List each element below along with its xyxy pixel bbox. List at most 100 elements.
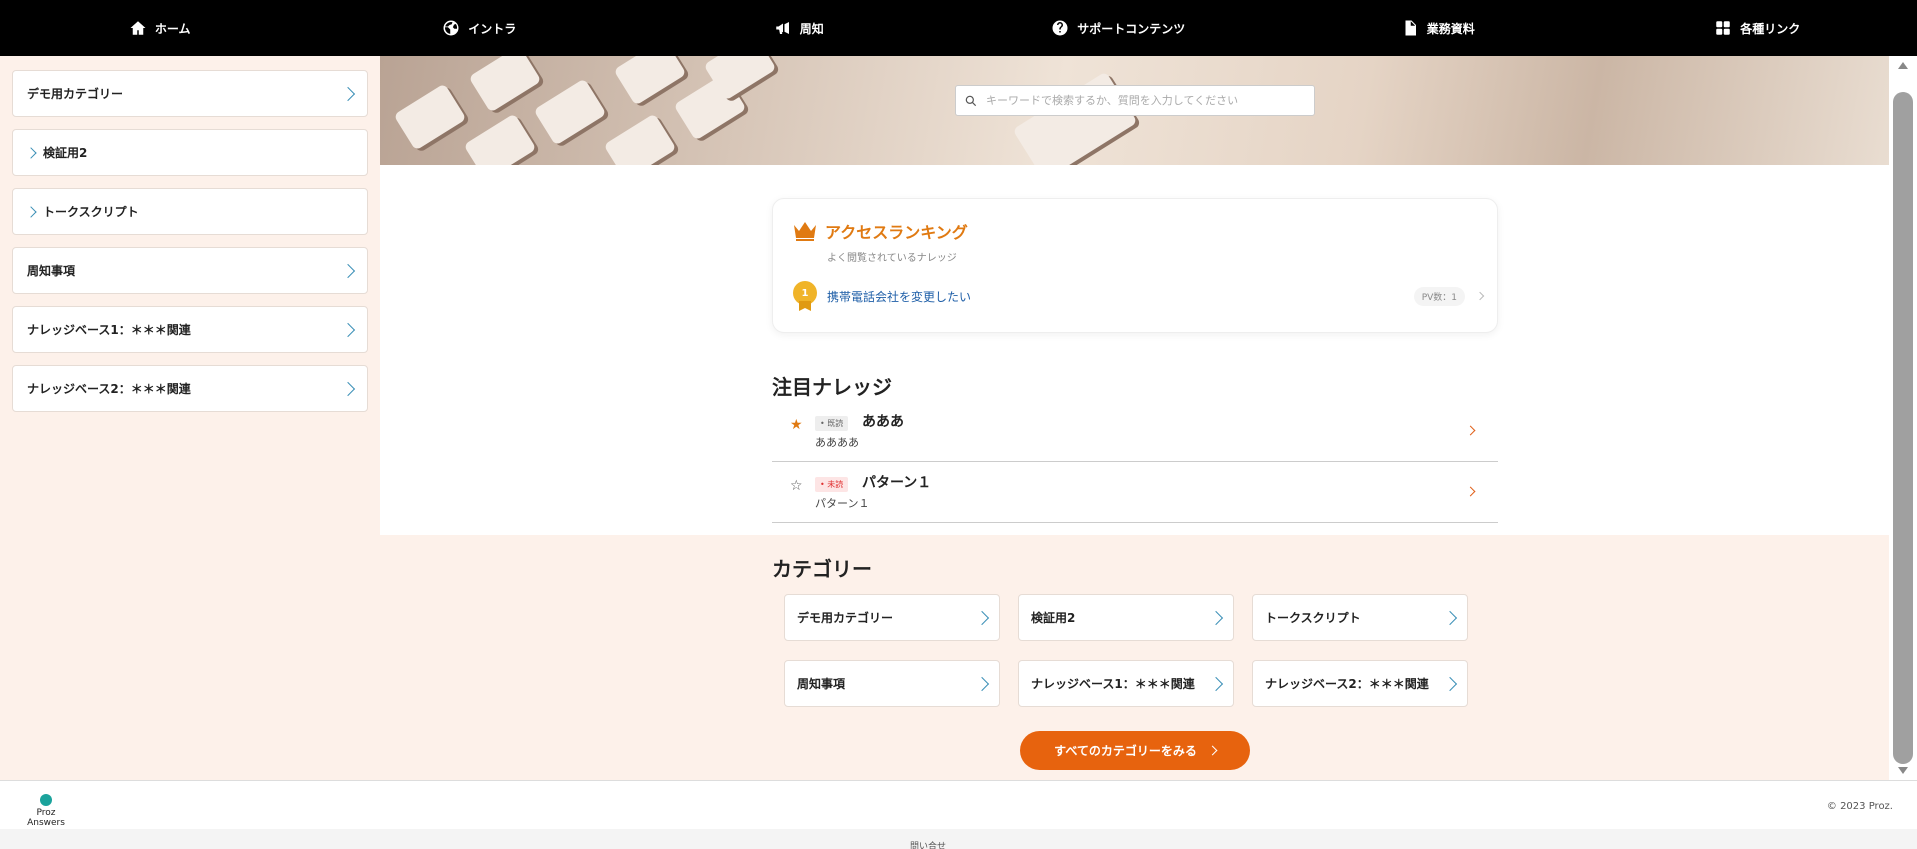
featured-item-description: ああああ: [815, 436, 859, 449]
category-label: 検証用2: [1031, 611, 1076, 625]
featured-knowledge-list: ★ • 既読 あああ ああああ ☆ • 未読 パターン１ パターン１: [772, 401, 1498, 523]
main-content: アクセスランキング よく閲覧されているナレッジ 1 携帯電話会社を変更したい P…: [380, 56, 1889, 780]
read-status-badge: • 既読: [815, 416, 849, 431]
nav-documents[interactable]: 業務資料: [1278, 0, 1598, 56]
sidebar-item-verification2[interactable]: 検証用2: [12, 129, 368, 176]
logo-icon: [40, 794, 52, 806]
chevron-right-icon: [974, 676, 990, 691]
chevron-right-icon: [340, 86, 356, 101]
hero-banner: [380, 56, 1889, 165]
category-label: ナレッジベース2：＊＊＊関連: [1265, 677, 1429, 691]
chevron-right-icon: [1475, 291, 1485, 301]
keyboard-key-image: [463, 113, 537, 165]
expand-chevron-icon[interactable]: [25, 146, 37, 159]
chevron-right-icon: [1207, 745, 1218, 756]
category-label: ナレッジベース1：＊＊＊関連: [1031, 677, 1195, 691]
category-card[interactable]: 検証用2: [1018, 594, 1234, 641]
category-card[interactable]: 周知事項: [784, 660, 1000, 707]
featured-knowledge-heading: 注目ナレッジ: [772, 375, 892, 399]
star-filled-icon[interactable]: ★: [790, 417, 803, 433]
crown-icon: [793, 221, 817, 241]
keyboard-key-image: [393, 83, 467, 151]
unread-status-badge: • 未読: [815, 477, 849, 492]
megaphone-icon: [774, 19, 792, 37]
question-icon: [1051, 19, 1069, 37]
chevron-right-icon: [340, 381, 356, 396]
category-label: 周知事項: [797, 677, 846, 691]
chevron-right-icon: [1208, 610, 1224, 625]
page-scrollbar[interactable]: [1889, 56, 1917, 780]
nav-home[interactable]: ホーム: [0, 0, 320, 56]
chevron-right-icon: [1465, 425, 1476, 436]
keyboard-key-image: [533, 78, 607, 146]
search-bar[interactable]: [955, 85, 1315, 116]
scroll-up-arrow-icon[interactable]: [1898, 62, 1908, 69]
sidebar-item-label: 周知事項: [27, 264, 76, 278]
chevron-right-icon: [1442, 610, 1458, 625]
featured-item[interactable]: ☆ • 未読 パターン１ パターン１: [772, 462, 1498, 523]
sidebar-item-knowledge-base-1[interactable]: ナレッジベース1：＊＊＊関連: [12, 306, 368, 353]
sidebar-item-label: ナレッジベース1：＊＊＊関連: [27, 323, 191, 337]
pv-count-badge: PV数：1: [1413, 286, 1465, 306]
bottom-strip: 問い合せ: [0, 829, 1917, 849]
nav-links[interactable]: 各種リンク: [1598, 0, 1917, 56]
view-all-categories-button[interactable]: すべてのカテゴリーをみる: [1020, 731, 1250, 770]
grid-icon: [1714, 19, 1732, 37]
sidebar-item-notices[interactable]: 周知事項: [12, 247, 368, 294]
sidebar-item-label: デモ用カテゴリー: [27, 87, 124, 101]
ranking-header: アクセスランキング: [793, 219, 968, 243]
keyboard-key-image: [613, 56, 687, 106]
nav-label: 周知: [799, 21, 824, 36]
nav-label: サポートコンテンツ: [1077, 21, 1186, 36]
ranking-row[interactable]: 1 携帯電話会社を変更したい PV数：1: [793, 281, 1485, 311]
category-card[interactable]: ナレッジベース2：＊＊＊関連: [1252, 660, 1468, 707]
copyright-text: © 2023 Proz.: [1826, 801, 1893, 812]
nav-announce[interactable]: 周知: [639, 0, 959, 56]
view-all-label: すべてのカテゴリーをみる: [1054, 744, 1197, 758]
keyboard-key-image: [603, 113, 677, 165]
star-outline-icon[interactable]: ☆: [790, 478, 803, 494]
sidebar-item-knowledge-base-2[interactable]: ナレッジベース2：＊＊＊関連: [12, 365, 368, 412]
featured-item[interactable]: ★ • 既読 あああ ああああ: [772, 401, 1498, 462]
chevron-right-icon: [1442, 676, 1458, 691]
keyboard-key-image: [468, 56, 542, 113]
category-label: トークスクリプト: [1265, 611, 1361, 625]
nav-label: 各種リンク: [1740, 21, 1801, 36]
sidebar-item-label: 検証用2: [43, 146, 88, 160]
featured-item-title: パターン１: [862, 475, 932, 491]
chevron-right-icon: [340, 322, 356, 337]
top-nav: ホーム イントラ 周知 サポートコンテンツ 業務資料 各種リンク: [0, 0, 1917, 56]
scroll-thumb[interactable]: [1893, 92, 1913, 764]
ranking-subtitle: よく閲覧されているナレッジ: [827, 253, 957, 264]
category-label: デモ用カテゴリー: [797, 611, 894, 625]
footer-brand-name: Proz Answers: [27, 808, 65, 828]
footer-logo[interactable]: Proz Answers: [18, 794, 74, 828]
featured-item-description: パターン１: [815, 497, 870, 510]
nav-label: ホーム: [154, 21, 191, 36]
globe-icon: [442, 19, 460, 37]
featured-item-title: あああ: [862, 414, 904, 430]
sidebar-item-label: ナレッジベース2：＊＊＊関連: [27, 382, 191, 396]
document-icon: [1401, 19, 1419, 37]
rank-medal-icon: 1: [793, 281, 817, 311]
search-input[interactable]: [986, 94, 1306, 107]
expand-chevron-icon[interactable]: [25, 205, 37, 218]
chevron-right-icon: [974, 610, 990, 625]
bottom-contact-text[interactable]: 問い合せ: [910, 839, 946, 849]
category-card[interactable]: デモ用カテゴリー: [784, 594, 1000, 641]
nav-support[interactable]: サポートコンテンツ: [959, 0, 1279, 56]
category-card[interactable]: トークスクリプト: [1252, 594, 1468, 641]
sidebar-item-demo-category[interactable]: デモ用カテゴリー: [12, 70, 368, 117]
chevron-right-icon: [1465, 486, 1476, 497]
nav-label: イントラ: [468, 21, 517, 36]
sidebar-item-talk-script[interactable]: トークスクリプト: [12, 188, 368, 235]
sidebar-item-label: トークスクリプト: [43, 205, 139, 219]
search-icon: [964, 94, 978, 108]
scroll-down-arrow-icon[interactable]: [1898, 767, 1908, 774]
ranking-title: アクセスランキング: [825, 223, 968, 242]
footer: Proz Answers © 2023 Proz.: [0, 780, 1917, 829]
ranking-item-link[interactable]: 携帯電話会社を変更したい: [827, 288, 1414, 305]
category-card[interactable]: ナレッジベース1：＊＊＊関連: [1018, 660, 1234, 707]
access-ranking-card: アクセスランキング よく閲覧されているナレッジ 1 携帯電話会社を変更したい P…: [772, 198, 1498, 333]
nav-intra[interactable]: イントラ: [320, 0, 640, 56]
